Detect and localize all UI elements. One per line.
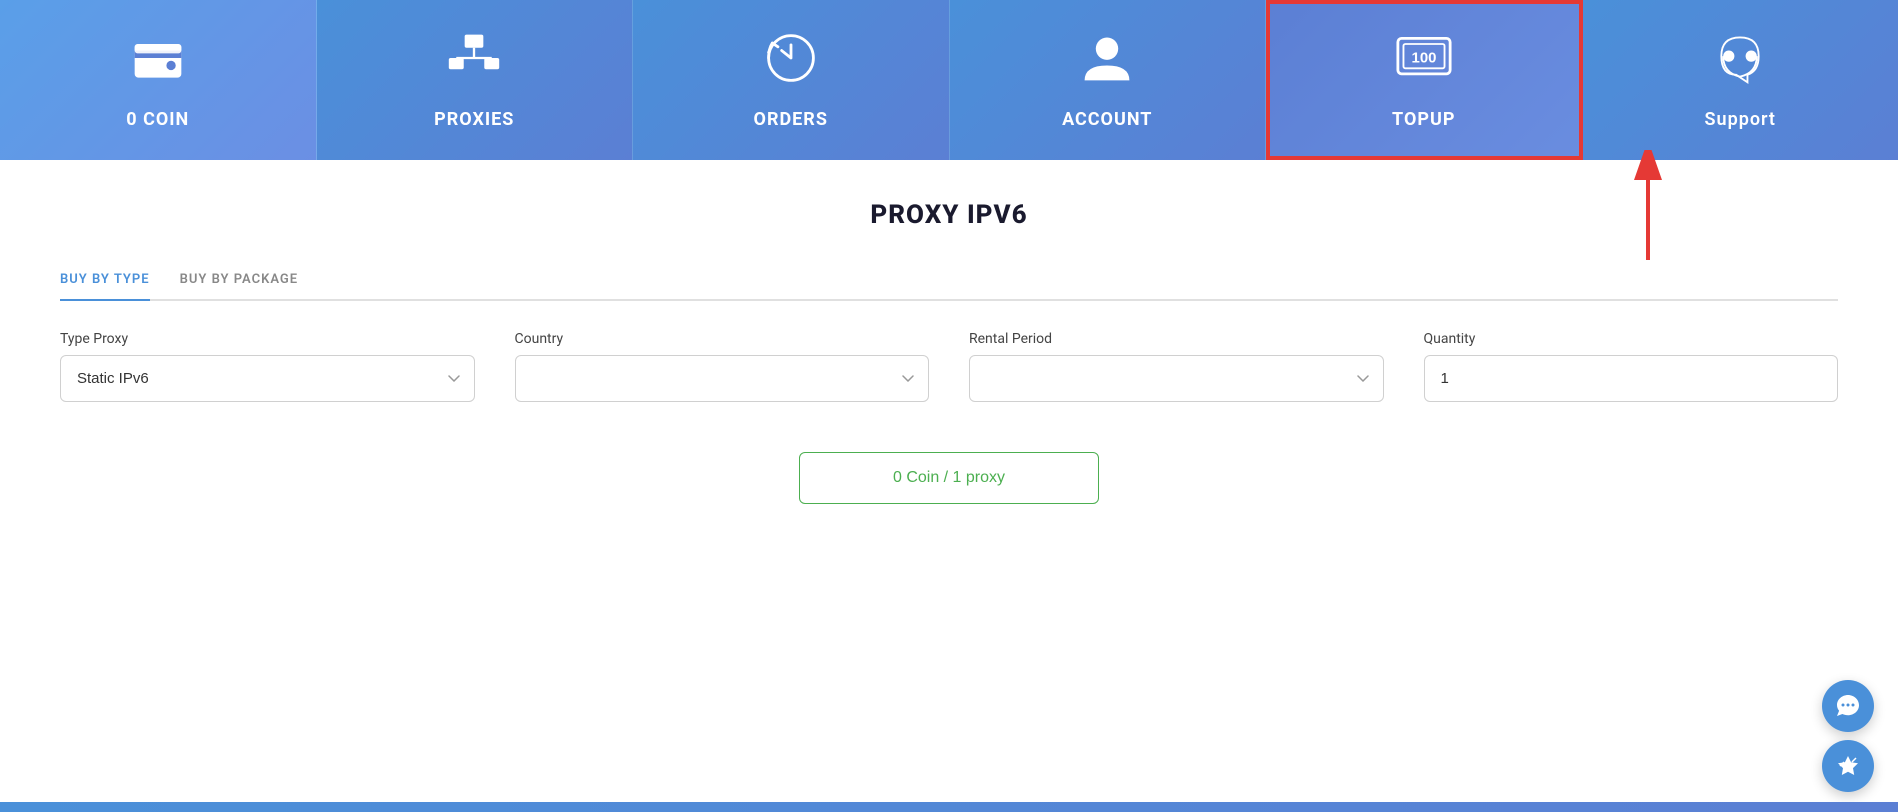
nav-support-label: Support — [1705, 109, 1776, 130]
quantity-input[interactable]: 1 — [1424, 355, 1839, 402]
type-proxy-select[interactable]: Static IPv6 — [60, 355, 475, 402]
nav-item-support[interactable]: Support — [1583, 0, 1898, 160]
topup-icon: 100 — [1396, 30, 1452, 95]
star-button[interactable] — [1822, 740, 1874, 792]
type-proxy-group: Type Proxy Static IPv6 — [60, 331, 475, 402]
chat-button[interactable] — [1822, 680, 1874, 732]
proxies-icon — [446, 30, 502, 95]
price-container: 0 Coin / 1 proxy — [60, 452, 1838, 504]
support-icon — [1712, 30, 1768, 95]
nav-item-account[interactable]: ACCOUNT — [950, 0, 1267, 160]
quantity-group: Quantity 1 — [1424, 331, 1839, 402]
country-group: Country — [515, 331, 930, 402]
nav-topup-label: TOPUP — [1392, 109, 1455, 130]
price-button[interactable]: 0 Coin / 1 proxy — [799, 452, 1099, 504]
rental-period-select[interactable] — [969, 355, 1384, 402]
orders-icon — [763, 30, 819, 95]
country-select[interactable] — [515, 355, 930, 402]
nav-orders-label: ORDERS — [754, 109, 828, 130]
type-proxy-label: Type Proxy — [60, 331, 475, 347]
nav-proxies-label: PROXIES — [434, 109, 514, 130]
tabs-container: BUY BY TYPE BUY BY PACKAGE — [60, 260, 1838, 301]
nav-account-label: ACCOUNT — [1062, 109, 1152, 130]
nav-item-coin[interactable]: 0 COIN — [0, 0, 317, 160]
tab-buy-by-package[interactable]: BUY BY PACKAGE — [180, 260, 299, 301]
rental-period-group: Rental Period — [969, 331, 1384, 402]
quantity-label: Quantity — [1424, 331, 1839, 347]
country-label: Country — [515, 331, 930, 347]
svg-text:100: 100 — [1411, 50, 1436, 67]
footer-stripe — [0, 802, 1898, 812]
account-icon — [1079, 30, 1135, 95]
rental-period-label: Rental Period — [969, 331, 1384, 347]
nav-bar: 0 COIN PROXIES — [0, 0, 1898, 160]
tab-buy-by-type[interactable]: BUY BY TYPE — [60, 260, 150, 301]
form-row: Type Proxy Static IPv6 Country Rental Pe… — [60, 331, 1838, 402]
page-title: PROXY IPV6 — [60, 200, 1838, 230]
main-content: PROXY IPV6 BUY BY TYPE BUY BY PACKAGE Ty… — [0, 160, 1898, 812]
nav-coin-label: 0 COIN — [126, 109, 189, 130]
wallet-icon — [130, 30, 186, 95]
nav-item-proxies[interactable]: PROXIES — [317, 0, 634, 160]
nav-item-orders[interactable]: ORDERS — [633, 0, 950, 160]
nav-item-topup[interactable]: 100 TOPUP — [1266, 0, 1583, 160]
